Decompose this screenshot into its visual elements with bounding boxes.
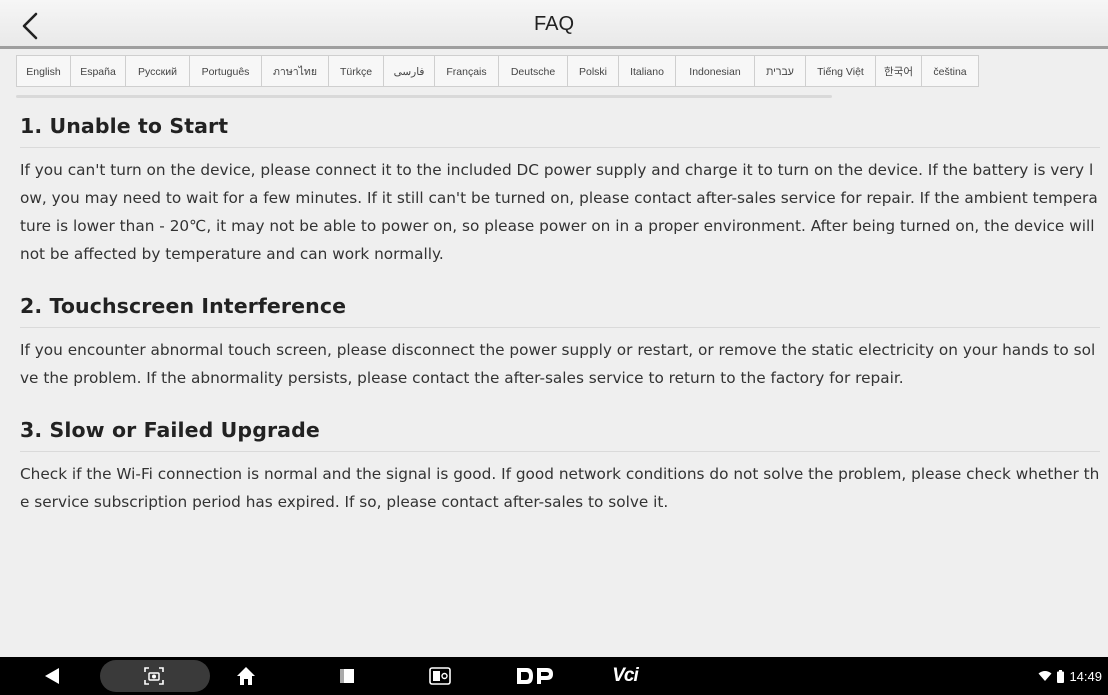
section-body: If you encounter abnormal touch screen, … <box>20 341 1096 387</box>
nav-home-button[interactable] <box>226 657 266 695</box>
screenshot-icon <box>144 667 164 685</box>
system-nav-bar: Vci 14:49 <box>0 657 1108 695</box>
language-tab-cestina[interactable]: čeština <box>921 55 979 87</box>
language-tab-vietnamese[interactable]: Tiếng Việt <box>805 55 875 87</box>
language-tab-francais[interactable]: Français <box>434 55 498 87</box>
language-tab-english[interactable]: English <box>16 55 70 87</box>
nav-back-button[interactable] <box>32 657 72 695</box>
title-bar: FAQ <box>0 0 1108 49</box>
tab-strip-scrollbar[interactable] <box>16 95 832 98</box>
nav-recents-button[interactable] <box>327 657 367 695</box>
language-tab-deutsche[interactable]: Deutsche <box>498 55 567 87</box>
back-triangle-icon <box>45 668 59 684</box>
faq-screen: FAQ English España Русский Português ภาษ… <box>0 0 1108 695</box>
language-tab-thai[interactable]: ภาษาไทย <box>261 55 328 87</box>
language-tab-italiano[interactable]: Italiano <box>618 55 675 87</box>
page-title: FAQ <box>533 13 574 35</box>
faq-content[interactable]: 1. Unable to Start If you can't turn on … <box>20 100 1100 656</box>
screenshot-button[interactable] <box>134 657 174 695</box>
language-tab-hebrew[interactable]: עברית <box>754 55 805 87</box>
language-tab-indonesian[interactable]: Indonesian <box>675 55 754 87</box>
status-area: 14:49 <box>1038 657 1102 695</box>
section-body: If you can't turn on the device, please … <box>20 161 1098 263</box>
home-icon <box>237 667 255 685</box>
vci-button[interactable]: Vci <box>600 657 650 695</box>
language-tab-russian[interactable]: Русский <box>125 55 189 87</box>
clock-time: 14:49 <box>1069 668 1102 684</box>
section-title: 3. Slow or Failed Upgrade <box>20 404 1100 452</box>
faq-section: 1. Unable to Start If you can't turn on … <box>20 100 1100 274</box>
chevron-left-icon <box>22 12 38 40</box>
language-tab-turkce[interactable]: Türkçe <box>328 55 383 87</box>
recents-icon <box>340 669 354 683</box>
dp-app-icon <box>517 668 553 684</box>
vci-icon: Vci <box>612 665 639 686</box>
language-tab-farsi[interactable]: فارسی <box>383 55 434 87</box>
back-button[interactable] <box>10 6 50 46</box>
language-tab-portugues[interactable]: Português <box>189 55 261 87</box>
diagnostic-app-button[interactable] <box>420 657 460 695</box>
language-tab-strip: English España Русский Português ภาษาไทย… <box>0 55 1108 87</box>
section-title: 2. Touchscreen Interference <box>20 280 1100 328</box>
faq-section: 2. Touchscreen Interference If you encou… <box>20 280 1100 398</box>
faq-section: 3. Slow or Failed Upgrade Check if the W… <box>20 404 1100 522</box>
dp-app-button[interactable] <box>510 657 560 695</box>
language-tab-espana[interactable]: España <box>70 55 125 87</box>
diagnostic-app-icon <box>429 667 451 685</box>
language-tab-polski[interactable]: Polski <box>567 55 618 87</box>
wifi-icon <box>1038 671 1052 681</box>
language-tab-korean[interactable]: 한국어 <box>875 55 921 87</box>
section-body: Check if the Wi-Fi connection is normal … <box>20 465 1100 511</box>
battery-icon <box>1057 669 1065 683</box>
section-title: 1. Unable to Start <box>20 100 1100 148</box>
